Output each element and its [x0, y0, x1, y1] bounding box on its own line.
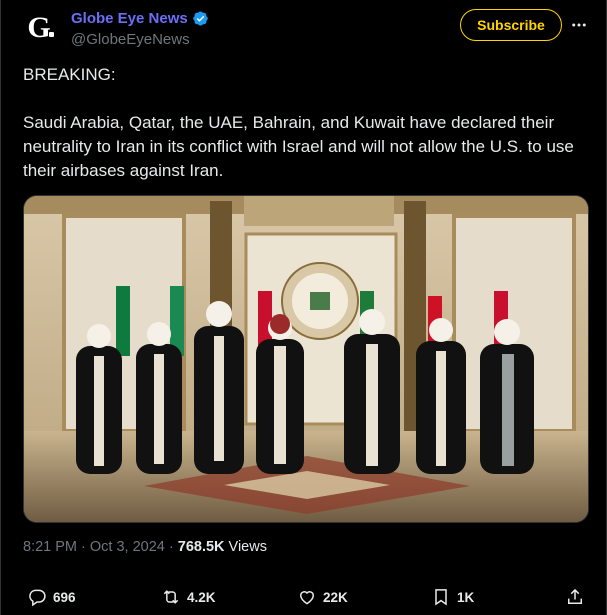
repost-button[interactable]: 4.2K [161, 587, 216, 607]
meta-separator: · [77, 539, 90, 555]
summit-photo-illustration [24, 196, 588, 522]
avatar[interactable]: G [19, 8, 59, 48]
meta-separator-2: · [164, 539, 178, 555]
repost-count: 4.2K [187, 589, 216, 605]
heart-icon [299, 591, 315, 605]
views-label: Views [228, 539, 267, 555]
share-icon [568, 588, 582, 604]
like-count: 22K [323, 589, 348, 605]
views-count: 768.5K [177, 539, 225, 555]
repost-icon [163, 590, 179, 604]
author-name[interactable]: Globe Eye News [71, 10, 188, 27]
tweet-date[interactable]: Oct 3, 2024 [90, 539, 165, 555]
tweet-card: G Globe Eye News @GlobeEyeNews Subscribe… [0, 0, 607, 615]
like-button[interactable]: 22K [297, 587, 348, 607]
author-name-row: Globe Eye News [71, 10, 209, 27]
subscribe-button[interactable]: Subscribe [460, 9, 562, 41]
bookmark-count: 1K [457, 589, 475, 605]
avatar-dot [49, 32, 54, 37]
tweet-header: G Globe Eye News @GlobeEyeNews Subscribe [1, 0, 607, 60]
reply-button[interactable]: 696 [27, 587, 76, 607]
avatar-letter: G [27, 11, 51, 44]
reply-icon [29, 589, 46, 607]
tweet-actions: 696 4.2K 22K 1K [1, 583, 607, 615]
reply-count: 696 [53, 589, 76, 605]
bookmark-button[interactable]: 1K [431, 587, 474, 607]
tweet-time[interactable]: 8:21 PM [23, 539, 77, 555]
bookmark-icon [435, 589, 447, 606]
tweet-text-breaking: BREAKING: [23, 65, 116, 84]
more-dots-icon[interactable] [568, 14, 590, 36]
author-handle[interactable]: @GlobeEyeNews [71, 31, 190, 48]
share-button[interactable] [565, 587, 585, 607]
tweet-photo[interactable] [23, 195, 589, 523]
tweet-meta: 8:21 PM · Oct 3, 2024 · 768.5K Views [23, 539, 267, 555]
tweet-text-body: Saudi Arabia, Qatar, the UAE, Bahrain, a… [23, 113, 574, 180]
verified-badge-icon [192, 11, 208, 26]
